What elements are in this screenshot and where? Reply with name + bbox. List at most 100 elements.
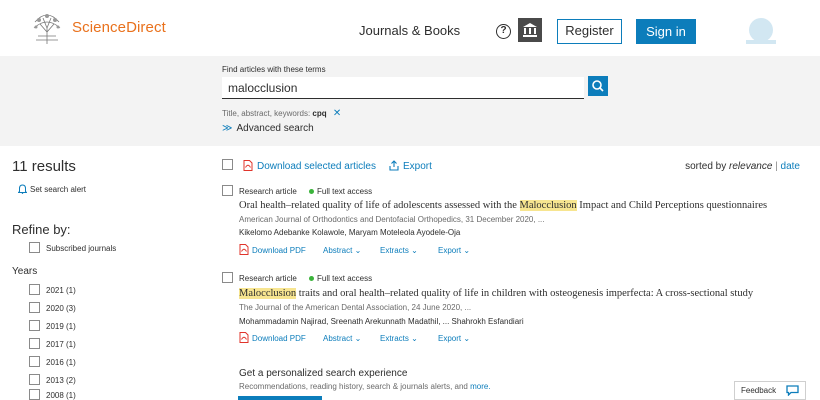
year-label: 2020 (3) [46, 304, 76, 313]
access-label: Full text access [317, 274, 373, 283]
filter-prefix: Title, abstract, keywords: [222, 109, 311, 118]
year-label: 2016 (1) [46, 358, 76, 367]
title-text: traits and oral health–related quality o… [296, 288, 754, 299]
chevron-down-icon: ⌄ [463, 334, 471, 343]
sorted-by-label: sorted by [685, 161, 730, 172]
top-header: ScienceDirect Journals & Books ? Registe… [0, 0, 820, 56]
article-checkbox[interactable] [222, 272, 233, 283]
export-toggle[interactable]: Export ⌄ [438, 246, 470, 255]
chevron-down-icon: ⌄ [354, 334, 362, 343]
refine-heading: Refine by: [12, 222, 71, 237]
abstract-toggle[interactable]: Abstract ⌄ [323, 246, 361, 255]
years-heading: Years [12, 266, 38, 277]
title-text: Oral health–related quality of life of a… [239, 200, 520, 211]
feedback-button[interactable]: Feedback [734, 381, 806, 400]
subscribed-journals-checkbox[interactable] [29, 242, 40, 253]
extracts-label: Extracts [380, 334, 409, 343]
export-label: Export [438, 334, 462, 343]
article-title-link[interactable]: Oral health–related quality of life of a… [239, 200, 767, 211]
download-pdf-link[interactable]: Download PDF [252, 334, 306, 343]
register-button[interactable]: Register [557, 19, 622, 44]
set-search-alert-link[interactable]: Set search alert [30, 185, 86, 194]
sort-relevance[interactable]: relevance [729, 161, 772, 172]
personalize-button[interactable] [238, 396, 322, 400]
results-count: 11 results [12, 158, 76, 175]
year-label: 2017 (1) [46, 340, 76, 349]
sort-date-link[interactable]: date [781, 161, 800, 172]
abstract-label: Abstract [323, 246, 353, 255]
institution-icon[interactable] [518, 18, 542, 42]
title-highlight: Malocclusion [519, 200, 577, 211]
download-pdf-link[interactable]: Download PDF [252, 246, 306, 255]
year-checkbox[interactable] [29, 302, 40, 313]
subscribed-journals-label: Subscribed journals [46, 244, 117, 253]
help-icon[interactable]: ? [496, 24, 511, 39]
article-journal[interactable]: American Journal of Orthodontics and Den… [239, 215, 545, 224]
year-checkbox[interactable] [29, 389, 40, 400]
title-text: Impact and Child Perceptions questionnai… [576, 200, 768, 211]
access-dot-icon [309, 189, 314, 194]
article-checkbox[interactable] [222, 185, 233, 196]
search-icon[interactable] [588, 76, 608, 96]
title-highlight: Malocclusion [239, 288, 297, 299]
filter-term: cpq [312, 109, 327, 118]
advanced-search-link[interactable]: ≫ Advanced search [222, 123, 314, 134]
select-all-checkbox[interactable] [222, 159, 233, 170]
nav-journals-books[interactable]: Journals & Books [359, 23, 460, 38]
bell-icon[interactable] [18, 184, 27, 194]
year-label: 2008 (1) [46, 391, 76, 400]
extracts-label: Extracts [380, 246, 409, 255]
export-button[interactable]: Export [403, 161, 432, 172]
chevron-down-icon: ⌄ [411, 246, 418, 255]
year-checkbox[interactable] [29, 320, 40, 331]
year-label: 2013 (2) [46, 376, 76, 385]
personalize-subtitle: Recommendations, reading history, search… [239, 382, 491, 391]
abstract-label: Abstract [323, 334, 353, 343]
chevron-down-icon: ⌄ [354, 246, 362, 255]
article-type: Research article [239, 274, 297, 283]
sort-controls: sorted by relevance | date [685, 161, 800, 172]
pdf-icon [243, 160, 253, 171]
year-label: 2019 (1) [46, 322, 76, 331]
remove-filter-icon[interactable]: ✕ [333, 108, 341, 119]
article-title-link[interactable]: Malocclusion traits and oral health–rela… [239, 288, 753, 299]
export-toggle[interactable]: Export ⌄ [438, 334, 470, 343]
personalize-heading: Get a personalized search experience [239, 368, 408, 379]
extracts-toggle[interactable]: Extracts ⌄ [380, 334, 418, 343]
year-checkbox[interactable] [29, 338, 40, 349]
personalize-text: Recommendations, reading history, search… [239, 382, 471, 391]
download-selected-link[interactable]: Download selected articles [257, 161, 376, 172]
elsevier-tree-logo-icon[interactable] [30, 10, 64, 46]
chevron-down-icon: ⌄ [411, 334, 418, 343]
year-label: 2021 (1) [46, 286, 76, 295]
feedback-label: Feedback [741, 386, 777, 395]
pdf-icon [239, 244, 249, 255]
year-checkbox[interactable] [29, 356, 40, 367]
elsevier-watermark-icon [746, 18, 776, 44]
article-authors: Mohammadamin Najirad, Sreenath Arekunnat… [239, 317, 524, 326]
article-authors: Kikelomo Adebanke Kolawole, Maryam Motel… [239, 228, 461, 237]
export-icon [389, 160, 399, 171]
pdf-icon [239, 332, 249, 343]
advanced-search-label: Advanced search [236, 123, 314, 134]
double-chevron-down-icon: ≫ [222, 123, 233, 134]
chevron-down-icon: ⌄ [463, 246, 471, 255]
active-filter: Title, abstract, keywords: cpq ✕ [222, 108, 341, 119]
sort-separator: | [772, 161, 781, 172]
access-dot-icon [309, 276, 314, 281]
search-input[interactable] [222, 77, 584, 99]
search-panel: Find articles with these terms Title, ab… [0, 56, 820, 146]
more-link[interactable]: more. [470, 382, 490, 391]
extracts-toggle[interactable]: Extracts ⌄ [380, 246, 418, 255]
access-label: Full text access [317, 187, 373, 196]
search-label: Find articles with these terms [222, 65, 326, 74]
year-checkbox[interactable] [29, 374, 40, 385]
chat-bubble-icon [786, 385, 799, 396]
article-type: Research article [239, 187, 297, 196]
abstract-toggle[interactable]: Abstract ⌄ [323, 334, 361, 343]
year-checkbox[interactable] [29, 284, 40, 295]
article-journal[interactable]: The Journal of the American Dental Assoc… [239, 303, 471, 312]
sciencedirect-logo-text[interactable]: ScienceDirect [72, 19, 166, 36]
sign-in-button[interactable]: Sign in [636, 19, 696, 44]
export-label: Export [438, 246, 462, 255]
